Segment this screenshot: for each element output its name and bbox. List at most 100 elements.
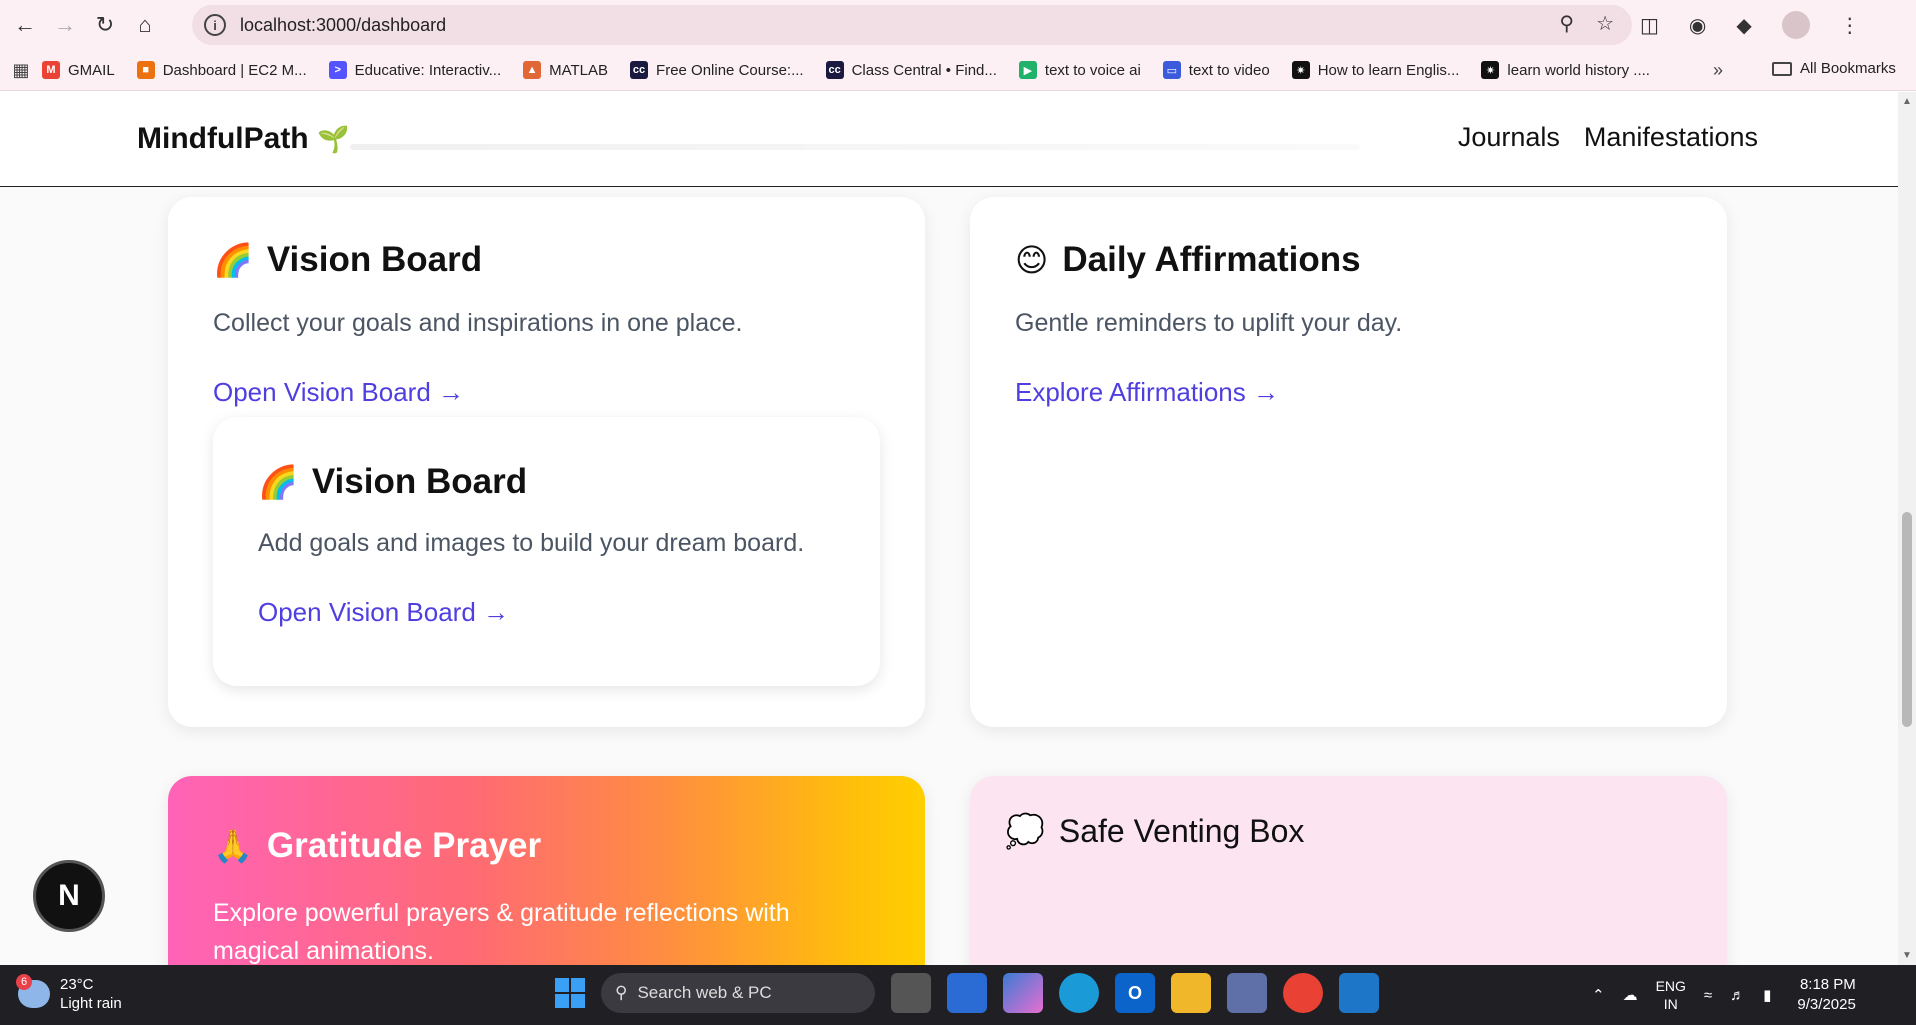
profile-avatar[interactable] <box>1781 11 1810 39</box>
search-icon: ⚲ <box>615 983 628 1002</box>
thought-bubble-icon: 💭 <box>1005 813 1045 849</box>
bookmark-favicon-icon: M <box>42 61 60 79</box>
volume-icon[interactable]: ♬ <box>1730 987 1745 1004</box>
bookmark-label: MATLAB <box>549 61 609 79</box>
battery-icon[interactable]: ▮ <box>1763 986 1771 1004</box>
bookmark-item[interactable]: > Educative: Interactiv... <box>328 61 502 79</box>
back-icon[interactable]: ← <box>5 5 45 45</box>
venting-title-text: Safe Venting Box <box>1058 812 1305 849</box>
nav-manifestations[interactable]: Manifestations <box>1584 122 1758 153</box>
vision-board-title: 🌈 Vision Board <box>213 240 482 280</box>
inner-vision-board-description: Add goals and images to build your dream… <box>258 529 805 557</box>
bookmark-favicon-icon: ▭ <box>1162 61 1181 79</box>
system-clock[interactable]: 8:18 PM 9/3/2025 <box>1797 975 1855 1015</box>
open-vision-board-link[interactable]: Open Vision Board → <box>213 377 464 408</box>
safe-venting-card[interactable]: 💭 Safe Venting Box <box>970 776 1727 965</box>
bookmark-favicon-icon: ✷ <box>1481 61 1500 79</box>
chrome-icon[interactable] <box>1283 973 1323 1013</box>
weather-cloud-icon: 6 <box>16 974 50 1008</box>
lang-top: ENG <box>1655 978 1686 994</box>
bookmark-favicon-icon: ✷ <box>1291 61 1310 79</box>
menu-icon[interactable]: ⋮ <box>1840 13 1860 38</box>
bookmark-item[interactable]: ▶ text to voice ai <box>1018 61 1141 79</box>
bookmark-item[interactable]: cc Free Online Course:... <box>630 61 804 79</box>
bookmark-item[interactable]: cc Class Central • Find... <box>825 61 997 79</box>
scroll-down-icon[interactable]: ▼ <box>1902 950 1912 961</box>
explore-affirmations-link[interactable]: Explore Affirmations → <box>1015 377 1279 408</box>
file-explorer-icon[interactable] <box>1171 973 1211 1013</box>
bookmark-label: text to voice ai <box>1044 61 1141 79</box>
smiling-face-icon: 😊 <box>1015 242 1049 278</box>
store-icon[interactable] <box>947 973 987 1013</box>
browser-toolbar: ← → ↻ ⌂ i localhost:3000/dashboard ⚲ ☆ ◫… <box>0 0 1916 50</box>
weather-desc: Light rain <box>60 995 122 1012</box>
gratitude-title: 🙏 Gratitude Prayer <box>213 826 541 866</box>
nextjs-dev-badge[interactable]: N <box>33 860 105 932</box>
bookmark-item[interactable]: ▲ MATLAB <box>523 61 608 79</box>
bookmark-label: learn world history .... <box>1507 61 1650 79</box>
nav-journals[interactable]: Journals <box>1458 122 1560 153</box>
bookmark-favicon-icon: ▶ <box>1018 61 1037 79</box>
home-icon[interactable]: ⌂ <box>125 5 165 45</box>
clock-date: 9/3/2025 <box>1797 996 1856 1013</box>
bookmark-label: Educative: Interactiv... <box>354 61 502 79</box>
scroll-thumb[interactable] <box>1902 512 1912 727</box>
bookmark-item[interactable]: ▭ text to video <box>1162 61 1270 79</box>
tray-overflow-icon[interactable]: ⌃ <box>1592 986 1605 1004</box>
vscode-icon[interactable] <box>1339 973 1379 1013</box>
bookmark-item[interactable]: M GMAIL <box>42 61 115 79</box>
taskbar-search-placeholder: Search web & PC <box>637 983 772 1002</box>
bookmark-star-icon[interactable]: ☆ <box>1596 11 1614 36</box>
bookmarks-overflow-icon[interactable]: » <box>1713 60 1723 81</box>
app-header: MindfulPath 🌱 Journals Manifestations <box>0 92 1898 187</box>
bookmark-item[interactable]: ✷ learn world history .... <box>1481 61 1650 79</box>
folder-icon <box>1772 61 1792 76</box>
affirmations-description: Gentle reminders to uplift your day. <box>1015 309 1403 337</box>
taskbar-search[interactable]: ⚲ Search web & PC <box>601 973 875 1013</box>
scroll-up-icon[interactable]: ▲ <box>1902 96 1912 107</box>
task-view-icon[interactable] <box>891 973 931 1013</box>
affirmations-title: 😊 Daily Affirmations <box>1015 240 1361 280</box>
page-scrollbar[interactable]: ▲ ▼ <box>1898 92 1916 965</box>
gratitude-description: Explore powerful prayers & gratitude ref… <box>213 899 790 965</box>
extensions-icon[interactable]: ◫ <box>1640 13 1659 38</box>
weather-temp: 23°C <box>60 976 94 993</box>
vision-board-title-text: Vision Board <box>266 240 483 279</box>
weather-widget[interactable]: 6 23°C Light rain <box>16 974 122 1013</box>
affirmations-title-text: Daily Affirmations <box>1062 240 1361 279</box>
edge-icon[interactable] <box>1059 973 1099 1013</box>
all-bookmarks-button[interactable]: All Bookmarks <box>1772 60 1896 77</box>
bookmark-label: Free Online Course:... <box>656 61 804 79</box>
gratitude-prayer-card[interactable]: 🙏 Gratitude Prayer Explore powerful pray… <box>168 776 925 965</box>
forward-icon[interactable]: → <box>45 5 85 45</box>
vision-board-inner-card: 🌈 Vision Board Add goals and images to b… <box>213 417 880 686</box>
bookmark-label: Class Central • Find... <box>851 61 997 79</box>
apps-grid-icon[interactable]: ▦ <box>0 60 42 81</box>
vision-board-card: 🌈 Vision Board Collect your goals and in… <box>168 197 925 727</box>
bookmarks-bar: ▦ M GMAIL ■ Dashboard | EC2 M... > Educative:… <box>0 50 1916 91</box>
weather-badge: 6 <box>16 974 32 990</box>
wifi-icon[interactable]: ≈ <box>1704 987 1712 1004</box>
outlook-icon[interactable]: O <box>1115 973 1155 1013</box>
dolphin-app-icon[interactable] <box>1227 973 1267 1013</box>
bookmark-item[interactable]: ■ Dashboard | EC2 M... <box>136 61 307 79</box>
address-bar[interactable]: i localhost:3000/dashboard ⚲ ☆ <box>192 5 1632 45</box>
zoom-icon[interactable]: ⚲ <box>1559 11 1574 36</box>
language-indicator[interactable]: ENG IN <box>1656 977 1686 1013</box>
reload-icon[interactable]: ↻ <box>85 5 125 45</box>
inner-open-vision-board-link[interactable]: Open Vision Board → <box>258 597 509 628</box>
bookmark-label: GMAIL <box>68 61 115 79</box>
screenshot-icon[interactable]: ◉ <box>1689 13 1706 38</box>
site-info-icon[interactable]: i <box>204 14 226 36</box>
venting-title: 💭 Safe Venting Box <box>1005 812 1304 850</box>
bookmark-favicon-icon: cc <box>825 61 844 79</box>
address-url[interactable]: localhost:3000/dashboard <box>240 15 446 36</box>
brand-name: MindfulPath <box>137 122 309 155</box>
onedrive-icon[interactable]: ☁ <box>1623 986 1638 1004</box>
start-icon[interactable] <box>555 978 585 1008</box>
vision-board-description: Collect your goals and inspirations in o… <box>213 309 743 337</box>
bookmark-item[interactable]: ✷ How to learn Englis... <box>1291 61 1459 79</box>
copilot-icon[interactable] <box>1003 973 1043 1013</box>
incognito-icon[interactable]: ◆ <box>1736 13 1751 38</box>
brand-logo[interactable]: MindfulPath 🌱 <box>137 122 349 156</box>
